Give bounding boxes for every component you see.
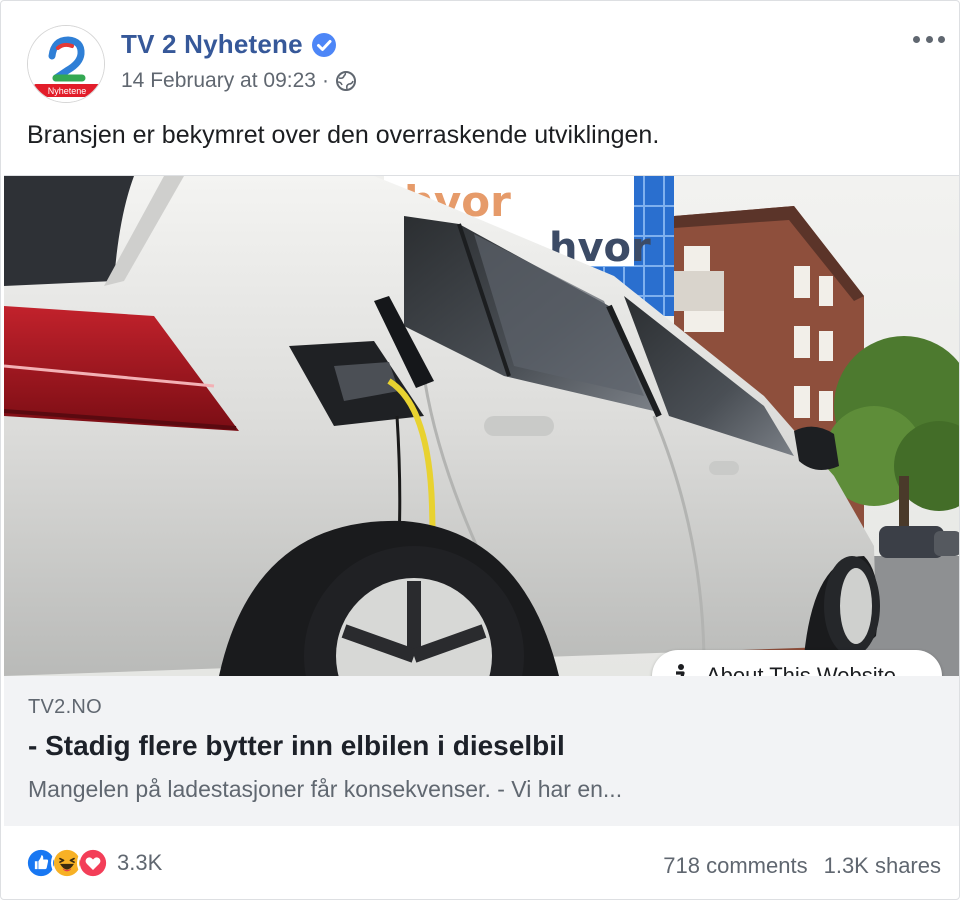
page-name-link[interactable]: TV 2 Nyhetene bbox=[121, 29, 303, 60]
globe-icon[interactable] bbox=[335, 70, 357, 92]
more-dot bbox=[938, 35, 945, 43]
engagement-stats: 718 comments 1.3K shares bbox=[663, 853, 941, 879]
reactions-summary[interactable]: 3.3K bbox=[25, 847, 162, 879]
post-timestamp[interactable]: 14 February at 09:23 bbox=[121, 69, 316, 93]
post-header: Nyhetene TV 2 Nyhetene 14 February at 09… bbox=[1, 1, 959, 111]
link-preview-card[interactable]: hvor hvor About This Website TV2.NO - St… bbox=[4, 175, 959, 826]
more-dot bbox=[925, 35, 933, 43]
about-this-website-label: About This Website bbox=[706, 663, 896, 676]
verified-badge-icon bbox=[311, 32, 336, 57]
page-avatar[interactable]: Nyhetene bbox=[27, 25, 105, 103]
shares-count[interactable]: 1.3K shares bbox=[824, 853, 941, 879]
love-icon bbox=[77, 847, 109, 879]
info-icon bbox=[676, 664, 685, 676]
electric-car-charging-photo: hvor hvor bbox=[4, 176, 959, 676]
post-message: Bransjen er bekymret over den overrasken… bbox=[27, 121, 660, 149]
link-domain: TV2.NO bbox=[28, 696, 103, 718]
avatar-label: Nyhetene bbox=[48, 86, 87, 96]
link-title[interactable]: - Stadig flere bytter inn elbilen i dies… bbox=[28, 730, 565, 762]
meta-separator: · bbox=[321, 69, 329, 92]
post-meta: 14 February at 09:23 · bbox=[121, 69, 357, 93]
reaction-count[interactable]: 3.3K bbox=[117, 850, 162, 876]
more-dot bbox=[913, 35, 920, 43]
link-description: Mangelen på ladestasjoner får konsekvens… bbox=[28, 776, 623, 802]
about-this-website-button[interactable]: About This Website bbox=[652, 650, 942, 676]
post-footer: 3.3K 718 comments 1.3K shares bbox=[1, 827, 959, 899]
link-preview-image[interactable]: hvor hvor About This Website bbox=[4, 176, 959, 676]
more-options-icon[interactable] bbox=[911, 27, 947, 51]
link-preview-details[interactable]: TV2.NO - Stadig flere bytter inn elbilen… bbox=[4, 676, 959, 826]
page-name-row: TV 2 Nyhetene bbox=[121, 29, 337, 60]
tv2-logo-icon: Nyhetene bbox=[28, 26, 104, 102]
facebook-post: Nyhetene TV 2 Nyhetene 14 February at 09… bbox=[0, 0, 960, 900]
comments-count[interactable]: 718 comments bbox=[663, 853, 807, 879]
